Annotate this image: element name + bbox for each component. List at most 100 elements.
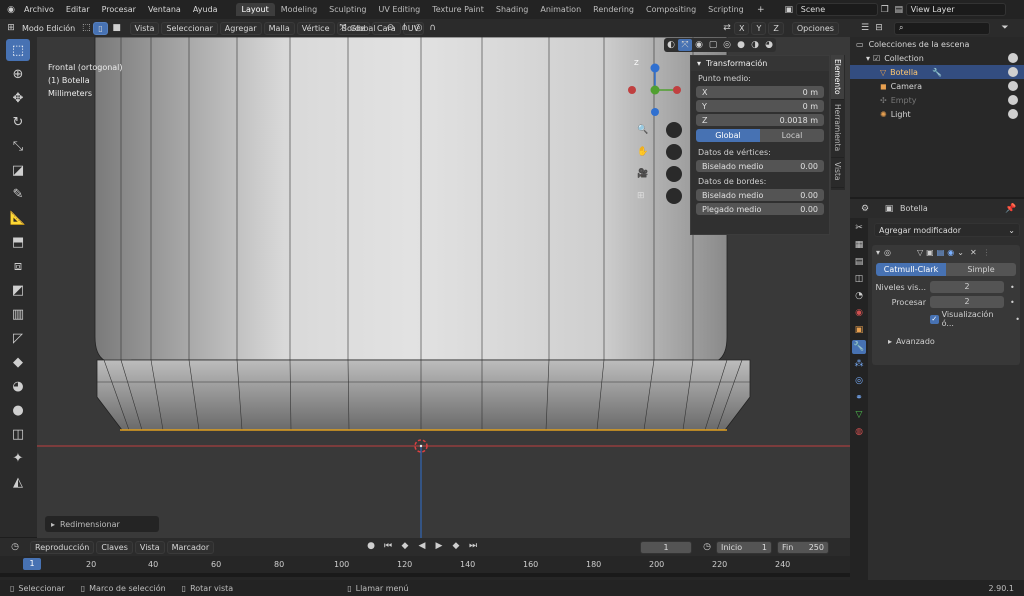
frame-cursor[interactable]: 1 (23, 558, 41, 570)
close-icon[interactable]: ✕ (970, 248, 977, 257)
edge-bevel-field[interactable]: Biselado medio 0.00 (696, 189, 824, 201)
edge-slide-tool-icon[interactable]: ◫ (6, 423, 30, 445)
eye-icon[interactable] (1008, 53, 1018, 63)
tab-vista[interactable]: Vista (831, 158, 844, 188)
measure-tool-icon[interactable]: 📐 (6, 207, 30, 229)
mirror-x-button[interactable]: X (734, 21, 750, 35)
tab-herramienta[interactable]: Herramienta (831, 100, 844, 158)
scene-collection-row[interactable]: ▭ Colecciones de la escena (850, 37, 1024, 51)
face-select-icon[interactable]: ■ (110, 22, 124, 34)
poly-build-tool-icon[interactable]: ◆ (6, 351, 30, 373)
tab-texture-paint[interactable]: Texture Paint (426, 3, 490, 16)
outliner-row-camera[interactable]: ◼ Camera (850, 79, 1024, 93)
simple-button[interactable]: Simple (946, 263, 1016, 276)
rendered-shading-icon[interactable]: ◕ (762, 39, 776, 51)
render-levels-field[interactable]: 2 (930, 296, 1004, 308)
drag-handle-icon[interactable]: ⋮ (983, 248, 991, 257)
blender-logo-icon[interactable]: ◉ (4, 4, 18, 16)
rotate-tool-icon[interactable]: ↻ (6, 111, 30, 133)
loopcut-tool-icon[interactable]: ▥ (6, 303, 30, 325)
add-workspace-icon[interactable]: + (754, 4, 768, 16)
eye-icon[interactable] (1008, 67, 1018, 77)
menu-procesar[interactable]: Procesar (96, 5, 142, 14)
physics-tab-icon[interactable]: ◎ (852, 374, 866, 388)
current-frame-field[interactable]: 1 (640, 541, 692, 554)
outliner-search-input[interactable]: ⌕ (894, 21, 990, 35)
scale-tool-icon[interactable]: ⤡ (6, 135, 30, 157)
scene-field[interactable]: Scene (795, 3, 878, 16)
outliner-type-icon[interactable]: ☰ (858, 22, 872, 34)
menu-seleccionar[interactable]: Seleccionar (161, 21, 218, 35)
snap-icon[interactable]: ⋔ (398, 22, 412, 34)
extrude-tool-icon[interactable]: ⬒ (6, 231, 30, 253)
tab-rendering[interactable]: Rendering (587, 3, 640, 16)
proportional-edit-icon[interactable]: ◎ (412, 22, 426, 34)
tab-scripting[interactable]: Scripting (702, 3, 750, 16)
smooth-tool-icon[interactable]: ● (6, 399, 30, 421)
scene-icon[interactable]: ▣ (782, 4, 796, 16)
menu-ventana[interactable]: Ventana (142, 5, 187, 14)
median-z-field[interactable]: Z 0.0018 m (696, 114, 824, 126)
outliner-row-collection[interactable]: ▾ ☑ Collection (850, 51, 1024, 65)
tool-tab-icon[interactable]: ✂ (852, 221, 866, 235)
menu-editar[interactable]: Editar (60, 5, 96, 14)
copy-scene-icon[interactable]: ❐ (878, 4, 892, 16)
menu-archivo[interactable]: Archivo (18, 5, 60, 14)
vertex-select-icon[interactable]: ⬚ (79, 22, 93, 34)
timeline-type-icon[interactable]: ◷ (8, 541, 22, 553)
catmull-clark-button[interactable]: Catmull-Clark (876, 263, 946, 276)
levels-field[interactable]: 2 (930, 281, 1004, 293)
jump-end-icon[interactable]: ⏭ (466, 540, 480, 552)
edge-select-button[interactable]: ▯ (93, 21, 108, 35)
render-toggle-icon[interactable]: ◉ (947, 248, 954, 257)
pin-icon[interactable]: 📌 (1004, 203, 1018, 215)
transform-tool-icon[interactable]: ◪ (6, 159, 30, 181)
modifier-tab-icon[interactable]: 🔧 (852, 340, 866, 354)
render-tab-icon[interactable]: ▦ (852, 238, 866, 252)
xray-icon[interactable]: ▢ (706, 39, 720, 51)
keyframe-dot-icon[interactable]: • (1015, 315, 1020, 324)
vertex-bevel-field[interactable]: Biselado medio 0.00 (696, 160, 824, 172)
knife-tool-icon[interactable]: ◸ (6, 327, 30, 349)
falloff-icon[interactable]: ∩ (426, 22, 440, 34)
end-frame-field[interactable]: Fin 250 (777, 541, 829, 554)
spin-tool-icon[interactable]: ◕ (6, 375, 30, 397)
viewport-toggle-icon[interactable]: ▤ (937, 248, 945, 257)
zoom-icon[interactable]: 🔍 (637, 125, 648, 135)
shear-tool-icon[interactable]: ◭ (6, 471, 30, 493)
modifier-menu-icon[interactable]: ⌄ (957, 248, 964, 257)
editor-type-icon[interactable]: ⊞ (4, 22, 18, 34)
inset-tool-icon[interactable]: ⧈ (6, 255, 30, 277)
editmode-toggle-icon[interactable]: ▽ (917, 248, 923, 257)
scene-tab-icon[interactable]: ◔ (852, 289, 866, 303)
mirror-z-button[interactable]: Z (768, 21, 784, 35)
tab-layout[interactable]: Layout (235, 3, 275, 16)
view-layer-field[interactable]: View Layer (905, 3, 1006, 16)
material-shading-icon[interactable]: ◑ (748, 39, 762, 51)
tab-sculpting[interactable]: Sculpting (323, 3, 372, 16)
visibility-icon[interactable]: ◐ (664, 39, 678, 51)
properties-type-icon[interactable]: ⚙ (858, 203, 872, 215)
advanced-subpanel[interactable]: ▸ Avanzado (872, 334, 1020, 348)
bevel-tool-icon[interactable]: ◩ (6, 279, 30, 301)
menu-agregar[interactable]: Agregar (219, 21, 262, 35)
wireframe-shading-icon[interactable]: ◎ (720, 39, 734, 51)
constraints-tab-icon[interactable]: ⚭ (852, 391, 866, 405)
view-layer-tab-icon[interactable]: ◫ (852, 272, 866, 286)
outliner-row-empty[interactable]: ✣ Empty (850, 93, 1024, 107)
tab-shading[interactable]: Shading (490, 3, 535, 16)
playback-menu[interactable]: Reproducción (30, 540, 95, 554)
particles-tab-icon[interactable]: ⁂ (852, 357, 866, 371)
eye-icon[interactable] (1008, 109, 1018, 119)
outliner-row-light[interactable]: ✺ Light (850, 107, 1024, 121)
global-button[interactable]: Global (696, 129, 760, 142)
view-layer-icon[interactable]: ▤ (892, 4, 906, 16)
keys-menu[interactable]: Claves (96, 540, 133, 554)
orientation-selector[interactable]: Global (350, 24, 376, 33)
object-tab-icon[interactable]: ▣ (852, 323, 866, 337)
last-operator-panel[interactable]: ▸ Redimensionar (45, 516, 159, 532)
transform-header[interactable]: ▾ Transformación (691, 56, 829, 71)
output-tab-icon[interactable]: ▤ (852, 255, 866, 269)
camera-view-icon[interactable]: 🎥 (637, 169, 648, 179)
filter-icon[interactable]: ⏷ (998, 22, 1012, 34)
